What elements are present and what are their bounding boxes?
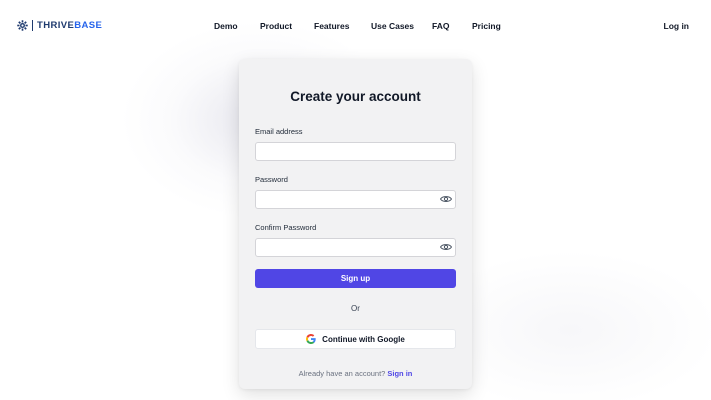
brand-name-part1: THRIVE bbox=[37, 20, 75, 31]
nav-link-use-cases[interactable]: Use Cases bbox=[371, 21, 414, 31]
form-title: Create your account bbox=[290, 89, 421, 104]
password-visibility-toggle[interactable] bbox=[439, 194, 453, 204]
logo-gear-icon bbox=[17, 20, 28, 31]
confirm-password-label: Confirm Password bbox=[255, 223, 317, 232]
top-nav: THRIVEBASE Demo Product Features Use Cas… bbox=[0, 0, 711, 54]
signup-button[interactable]: Sign up bbox=[255, 269, 456, 288]
brand-logo[interactable]: THRIVEBASE bbox=[17, 20, 102, 31]
password-label: Password bbox=[255, 175, 288, 184]
logo-divider bbox=[32, 20, 33, 31]
continue-with-google-button[interactable]: Continue with Google bbox=[255, 329, 456, 349]
nav-link-faq[interactable]: FAQ bbox=[432, 21, 449, 31]
signin-prompt-text: Already have an account? bbox=[298, 369, 386, 378]
signin-prompt: Already have an account? Sign in bbox=[239, 369, 472, 378]
nav-link-product[interactable]: Product bbox=[260, 21, 292, 31]
nav-link-pricing[interactable]: Pricing bbox=[472, 21, 501, 31]
brand-name: THRIVEBASE bbox=[37, 20, 102, 31]
confirm-password-visibility-toggle[interactable] bbox=[439, 242, 453, 252]
login-link[interactable]: Log in bbox=[664, 21, 690, 31]
google-icon bbox=[306, 334, 316, 344]
email-input[interactable] bbox=[255, 142, 456, 161]
brand-name-part2: BASE bbox=[74, 20, 103, 31]
confirm-password-input[interactable] bbox=[255, 238, 456, 257]
or-divider: Or bbox=[351, 304, 360, 313]
email-label: Email address bbox=[255, 127, 303, 136]
signup-card: Create your account Email address Passwo… bbox=[239, 59, 472, 389]
nav-link-features[interactable]: Features bbox=[314, 21, 349, 31]
signin-link[interactable]: Sign in bbox=[387, 369, 412, 378]
password-input[interactable] bbox=[255, 190, 456, 209]
eye-icon bbox=[440, 196, 452, 202]
google-button-label: Continue with Google bbox=[322, 334, 405, 344]
nav-link-demo[interactable]: Demo bbox=[214, 21, 238, 31]
eye-icon bbox=[440, 244, 452, 250]
